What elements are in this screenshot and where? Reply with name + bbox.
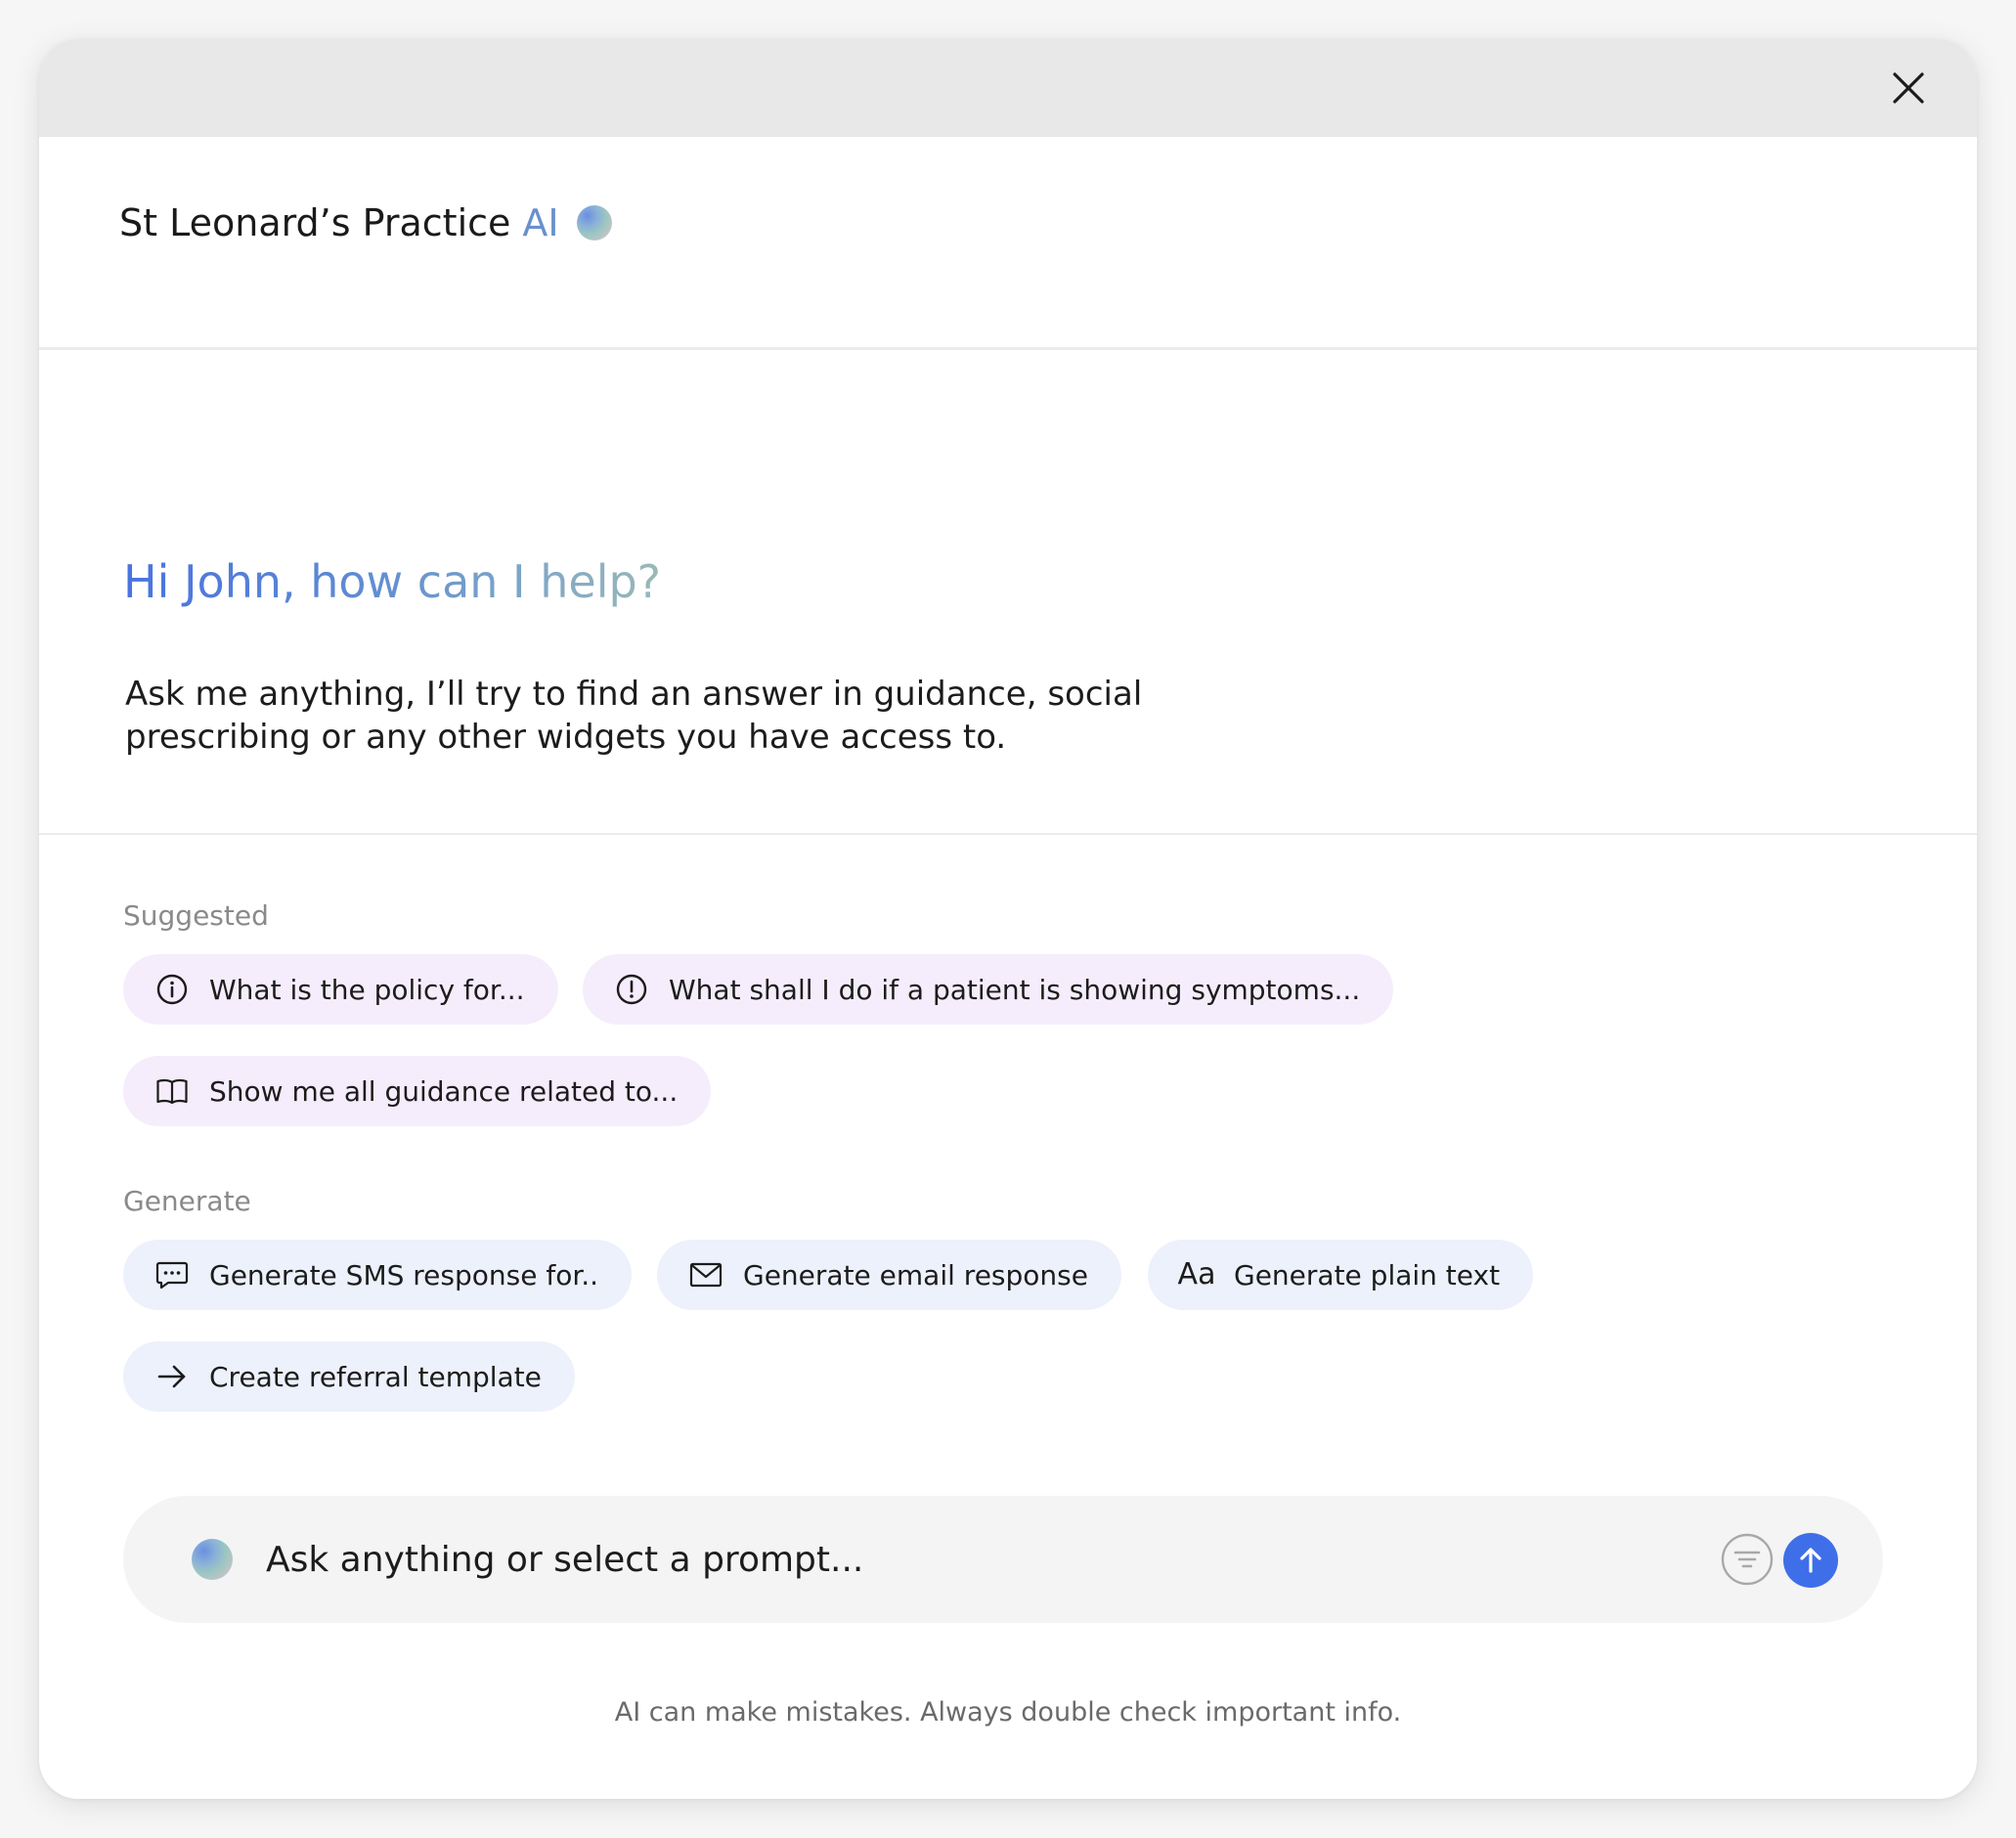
- chip-label: Show me all guidance related to...: [209, 1074, 679, 1108]
- ai-orb-icon: [192, 1539, 233, 1580]
- chip-label: What shall I do if a patient is showing …: [669, 973, 1361, 1006]
- filter-button[interactable]: [1721, 1533, 1774, 1586]
- chat-icon: [154, 1257, 190, 1292]
- text-icon-glyph: Aa: [1177, 1257, 1216, 1291]
- alert-icon: [614, 972, 649, 1007]
- practice-name: St Leonard’s Practice: [119, 201, 511, 244]
- close-button[interactable]: [1885, 65, 1932, 111]
- close-icon: [1893, 72, 1924, 104]
- generate-label: Generate: [123, 1185, 251, 1217]
- generate-chip-email[interactable]: Generate email response: [657, 1240, 1121, 1310]
- prompt-input[interactable]: [266, 1529, 1596, 1590]
- chip-label: What is the policy for...: [209, 973, 525, 1006]
- ai-assistant-window: St Leonard’s Practice AI Hi John, how ca…: [39, 39, 1977, 1799]
- book-icon: [154, 1073, 190, 1109]
- prompt-bar: [123, 1496, 1883, 1623]
- greeting-heading: Hi John, how can I help?: [123, 555, 662, 608]
- chip-label: Create referral template: [209, 1360, 542, 1393]
- intro-text: Ask me anything, I’ll try to find an ans…: [125, 675, 1143, 757]
- generate-chip-plain-text[interactable]: Aa Generate plain text: [1148, 1240, 1534, 1310]
- info-icon: [154, 972, 190, 1007]
- arrow-up-icon: [1800, 1548, 1821, 1573]
- filter-icon: [1721, 1533, 1774, 1586]
- page-title: St Leonard’s Practice AI: [119, 201, 612, 244]
- ai-label: AI: [522, 201, 559, 244]
- generate-chip-sms[interactable]: Generate SMS response for..: [123, 1240, 633, 1310]
- generate-chip-referral[interactable]: Create referral template: [123, 1341, 575, 1412]
- header: St Leonard’s Practice AI: [39, 137, 1977, 350]
- chip-label: Generate SMS response for..: [209, 1258, 599, 1291]
- ai-orb-icon: [576, 205, 612, 241]
- text-icon: Aa: [1177, 1257, 1216, 1292]
- titlebar: [39, 39, 1977, 137]
- suggested-chip-guidance[interactable]: Show me all guidance related to...: [123, 1056, 712, 1126]
- arrow-right-icon: [154, 1359, 190, 1394]
- chip-label: Generate email response: [743, 1258, 1088, 1291]
- send-button[interactable]: [1783, 1533, 1838, 1588]
- mail-icon: [688, 1257, 723, 1292]
- chip-label: Generate plain text: [1234, 1258, 1501, 1291]
- section-divider: [39, 833, 1977, 835]
- suggested-label: Suggested: [123, 899, 269, 932]
- suggested-chip-policy[interactable]: What is the policy for...: [123, 954, 558, 1025]
- suggested-chip-symptoms[interactable]: What shall I do if a patient is showing …: [583, 954, 1394, 1025]
- disclaimer-text: AI can make mistakes. Always double chec…: [614, 1697, 1402, 1728]
